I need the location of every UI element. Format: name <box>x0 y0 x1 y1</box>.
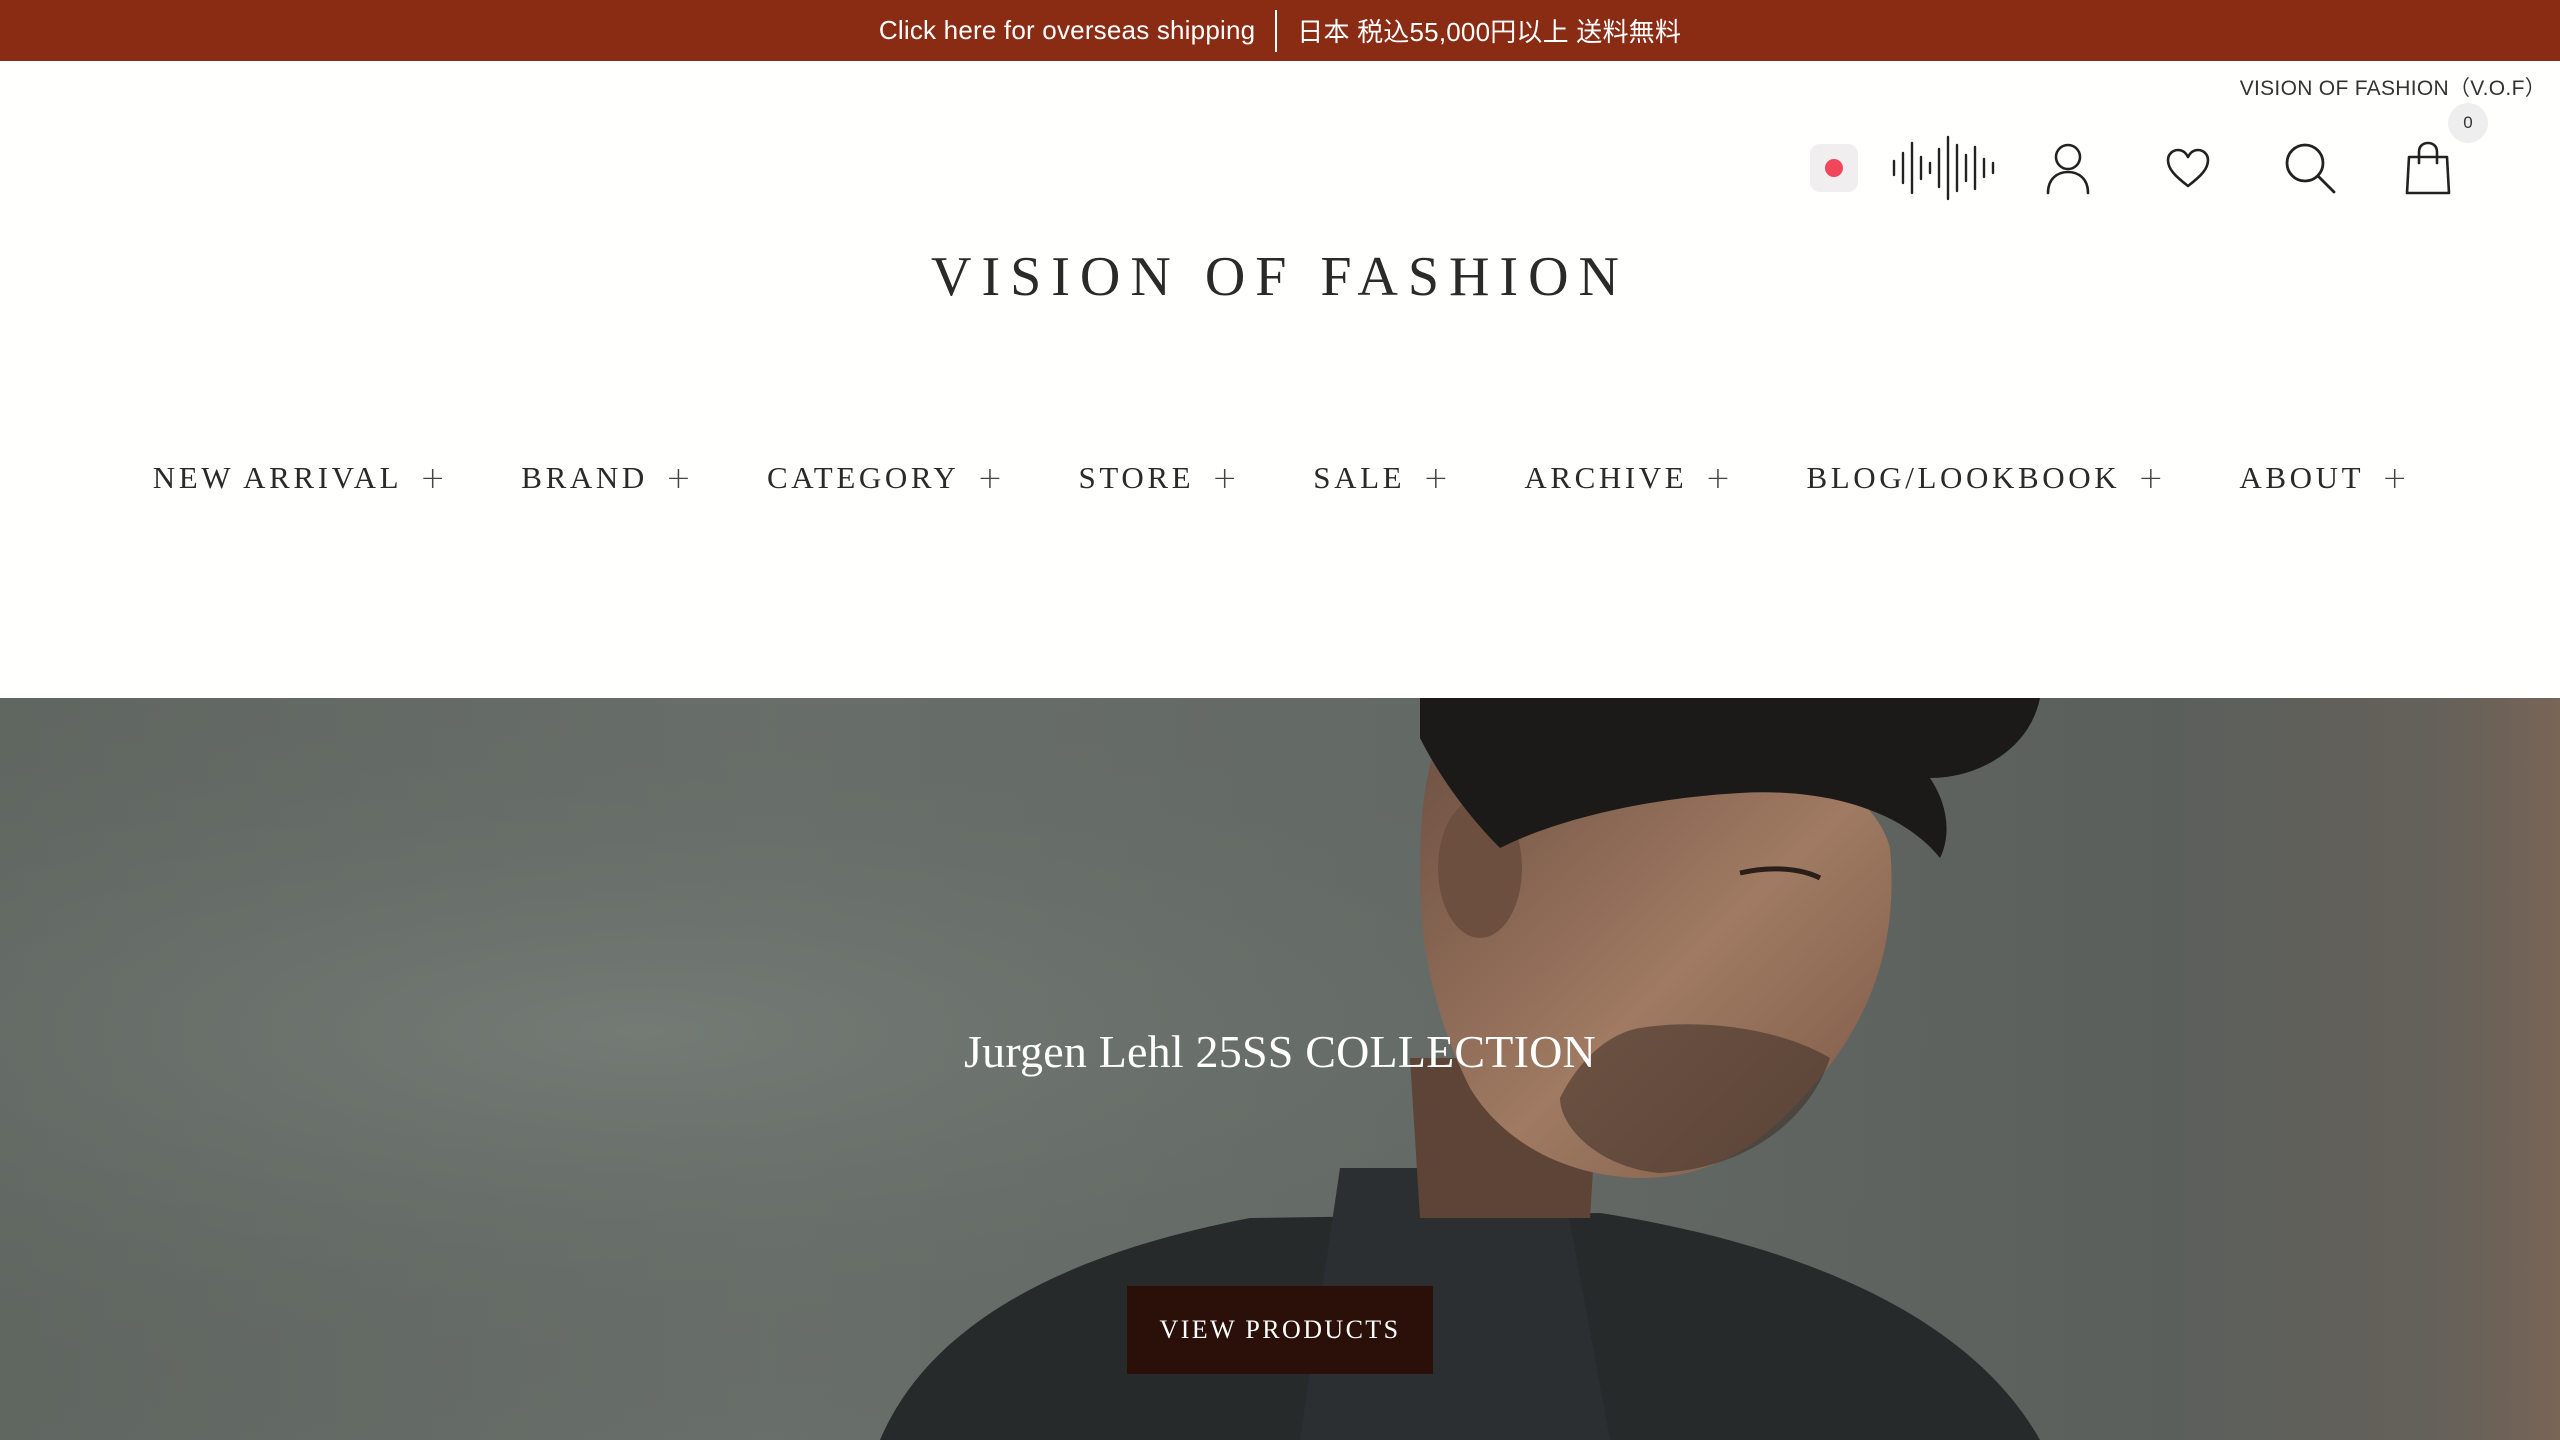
nav-item-label: BRAND <box>521 460 648 495</box>
sound-wave-button[interactable] <box>1890 133 2000 203</box>
nav-item-label: SALE <box>1313 460 1406 495</box>
nav-item-about[interactable]: ABOUT + <box>2239 460 2407 496</box>
nav-item-brand[interactable]: BRAND + <box>521 460 691 496</box>
plus-icon: + <box>2382 460 2408 496</box>
account-icon <box>2046 143 2090 195</box>
nav-item-archive[interactable]: ARCHIVE + <box>1524 460 1730 496</box>
view-products-button[interactable]: VIEW PRODUCTS <box>1127 1286 1433 1374</box>
nav-item-label: ABOUT <box>2239 460 2365 495</box>
nav-item-label: STORE <box>1078 460 1195 495</box>
record-button[interactable] <box>1810 144 1858 192</box>
free-shipping-notice: 日本 税込55,000円以上 送料無料 <box>1297 17 1682 47</box>
account-button[interactable] <box>2040 138 2096 198</box>
hero-banner: Jurgen Lehl 25SS COLLECTION VIEW PRODUCT… <box>0 698 2560 1440</box>
nav-item-label: ARCHIVE <box>1524 460 1688 495</box>
plus-icon: + <box>665 460 691 496</box>
cart-count-badge: 0 <box>2448 103 2488 143</box>
nav-item-store[interactable]: STORE + <box>1079 460 1238 496</box>
cart-button[interactable]: 0 <box>2400 103 2488 199</box>
nav-item-sale[interactable]: SALE + <box>1313 460 1448 496</box>
hero-title: Jurgen Lehl 25SS COLLECTION <box>964 1026 1596 1077</box>
plus-icon: + <box>977 460 1003 496</box>
nav-item-category[interactable]: CATEGORY + <box>767 460 1003 496</box>
record-icon <box>1825 159 1843 177</box>
plus-icon: + <box>1423 460 1449 496</box>
nav-item-label: NEW ARRIVAL <box>152 460 403 495</box>
search-button[interactable] <box>2280 138 2340 198</box>
nav-item-new-arrival[interactable]: NEW ARRIVAL + <box>153 460 446 496</box>
nav-item-label: BLOG/LOOKBOOK <box>1806 460 2121 495</box>
nav-item-blog-lookbook[interactable]: BLOG/LOOKBOOK + <box>1806 460 2163 496</box>
plus-icon: + <box>1212 460 1238 496</box>
header-icon-bar: 0 <box>1810 103 2488 206</box>
announcement-divider <box>1275 9 1278 52</box>
search-icon <box>2285 143 2336 194</box>
store-name-tag: VISION OF FASHION（V.O.F） <box>2239 77 2546 100</box>
plus-icon: + <box>1705 460 1731 496</box>
wishlist-button[interactable] <box>2160 140 2216 196</box>
plus-icon: + <box>2138 460 2164 496</box>
nav-item-label: CATEGORY <box>766 460 960 495</box>
heart-icon <box>2166 148 2210 188</box>
plus-icon: + <box>420 460 446 496</box>
site-logo[interactable]: VISION OF FASHION <box>0 245 2560 309</box>
shopping-bag-icon <box>2405 141 2451 195</box>
announcement-bar: Click here for overseas shipping 日本 税込55… <box>0 0 2560 61</box>
main-nav: NEW ARRIVAL + BRAND + CATEGORY + STORE +… <box>0 460 2560 496</box>
sound-wave-icon <box>1892 135 1995 201</box>
overseas-shipping-link[interactable]: Click here for overseas shipping <box>879 15 1255 46</box>
